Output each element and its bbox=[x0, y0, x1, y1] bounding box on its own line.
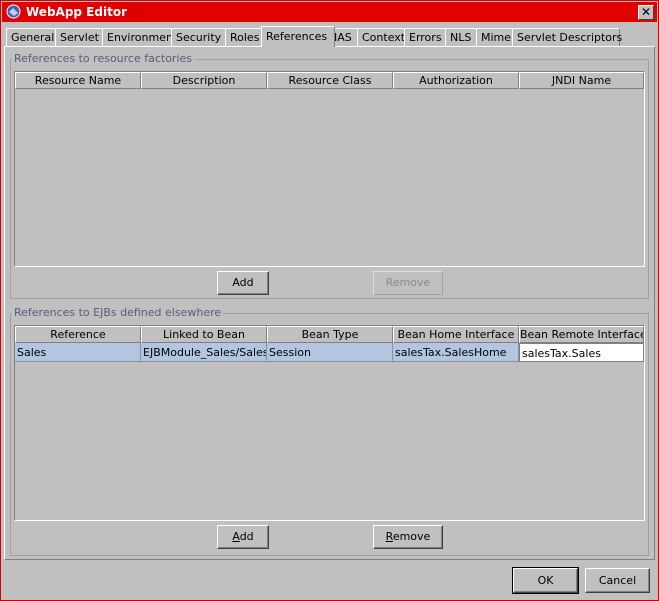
column-resource-name[interactable]: Resource Name bbox=[15, 72, 141, 89]
cell-linked-to-bean[interactable]: EJBModule_Sales/Sales bbox=[141, 343, 267, 362]
app-icon bbox=[6, 4, 21, 19]
cell-reference[interactable]: Sales bbox=[15, 343, 141, 362]
webapp-editor-window: WebApp Editor ✕ General Servlet Environm… bbox=[0, 0, 659, 601]
add-resource-button[interactable]: Add bbox=[217, 271, 269, 295]
add-mnemonic-a: A bbox=[232, 530, 240, 543]
remove-ejb-button[interactable]: Remove bbox=[373, 525, 443, 549]
tab-environment[interactable]: Environment bbox=[102, 28, 177, 46]
cell-bean-remote-interface-editor[interactable]: salesTax.Sales bbox=[519, 343, 644, 362]
tab-nls[interactable]: NLS bbox=[445, 28, 479, 46]
column-linked-to-bean[interactable]: Linked to Bean bbox=[141, 326, 267, 343]
resource-factories-group: References to resource factories Resourc… bbox=[10, 52, 649, 299]
tab-references[interactable]: References bbox=[261, 26, 335, 47]
resource-factories-title: References to resource factories bbox=[12, 52, 195, 65]
column-description[interactable]: Description bbox=[141, 72, 267, 89]
window-title: WebApp Editor bbox=[26, 5, 127, 19]
tab-general[interactable]: General bbox=[6, 28, 56, 46]
cancel-button[interactable]: Cancel bbox=[585, 568, 650, 593]
add-ejb-button[interactable]: Add bbox=[217, 525, 269, 549]
ejb-references-group: References to EJBs defined elsewhere Ref… bbox=[10, 306, 649, 556]
ejb-references-title: References to EJBs defined elsewhere bbox=[12, 306, 224, 319]
resource-factories-table[interactable]: Resource Name Description Resource Class… bbox=[14, 71, 645, 267]
tab-mime[interactable]: Mime bbox=[476, 28, 514, 46]
tab-servlet[interactable]: Servlet bbox=[55, 28, 104, 46]
references-panel: References to resource factories Resourc… bbox=[4, 46, 655, 560]
remove-label-rest: emove bbox=[392, 530, 431, 543]
column-jndi-name[interactable]: JNDI Name bbox=[519, 72, 644, 89]
close-button[interactable]: ✕ bbox=[638, 5, 654, 20]
ok-button[interactable]: OK bbox=[512, 567, 579, 594]
column-bean-home-interface[interactable]: Bean Home Interface bbox=[393, 326, 519, 343]
cell-bean-home-interface[interactable]: salesTax.SalesHome bbox=[393, 343, 519, 362]
ejb-references-table[interactable]: Reference Linked to Bean Bean Type Bean … bbox=[14, 325, 645, 521]
column-reference[interactable]: Reference bbox=[15, 326, 141, 343]
add-label-rest-2: d bbox=[246, 530, 254, 543]
close-icon: ✕ bbox=[640, 5, 652, 19]
column-authorization[interactable]: Authorization bbox=[393, 72, 519, 89]
remove-resource-button[interactable]: Remove bbox=[373, 271, 443, 295]
cell-bean-type[interactable]: Session bbox=[267, 343, 393, 362]
remove-mnemonic-r: R bbox=[385, 530, 393, 543]
tab-security[interactable]: Security bbox=[171, 28, 228, 46]
column-resource-class[interactable]: Resource Class bbox=[267, 72, 393, 89]
column-bean-remote-interface[interactable]: Bean Remote Interface bbox=[519, 326, 644, 343]
table-row[interactable]: Sales EJBModule_Sales/Sales Session sale… bbox=[15, 343, 644, 363]
column-bean-type[interactable]: Bean Type bbox=[267, 326, 393, 343]
tab-errors[interactable]: Errors bbox=[404, 28, 450, 46]
tab-context[interactable]: Context bbox=[357, 28, 409, 46]
title-bar[interactable]: WebApp Editor ✕ bbox=[2, 2, 657, 22]
tab-servlet-descriptors[interactable]: Servlet Descriptors bbox=[512, 28, 622, 46]
add-label-rest-1: d bbox=[239, 530, 247, 543]
